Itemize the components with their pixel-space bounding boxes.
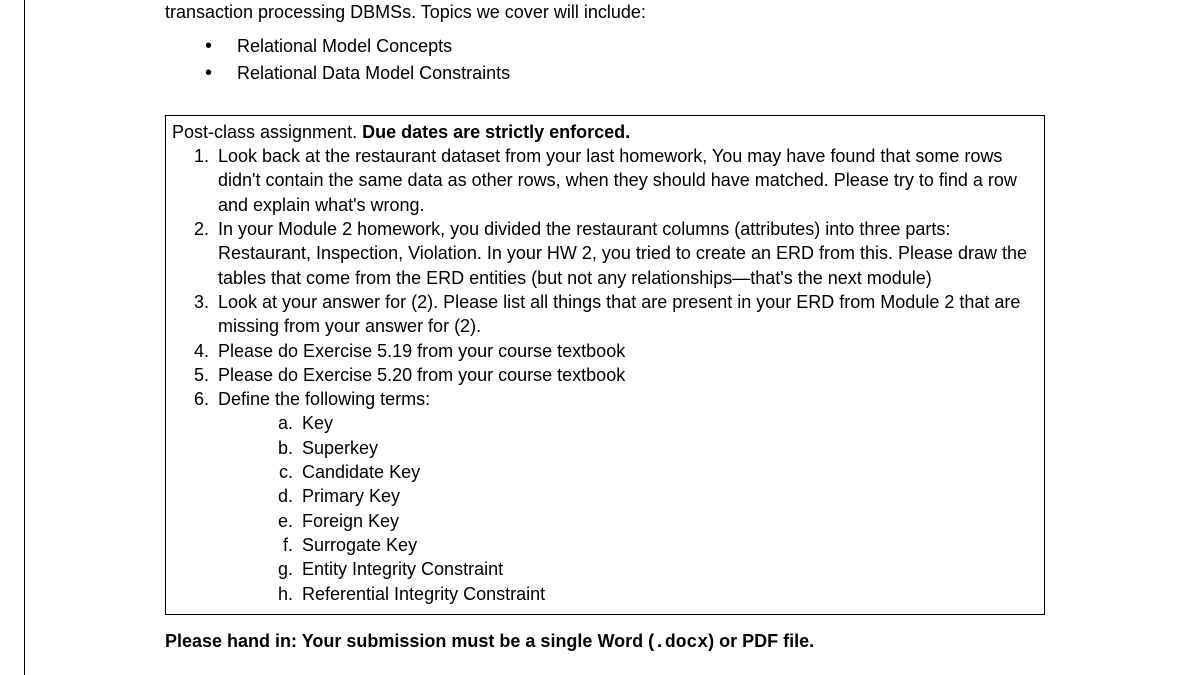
hand-in-instruction: Please hand in: Your submission must be … (165, 629, 1200, 655)
term-item: Primary Key (298, 484, 1038, 508)
term-item: Entity Integrity Constraint (298, 557, 1038, 581)
term-item: Surrogate Key (298, 533, 1038, 557)
assignment-box: Post-class assignment. Due dates are str… (165, 115, 1045, 615)
term-item: Superkey (298, 436, 1038, 460)
assignment-item: In your Module 2 homework, you divided t… (214, 217, 1038, 290)
terms-list: Key Superkey Candidate Key Primary Key F… (298, 411, 1038, 605)
header-plain: Post-class assignment. (172, 122, 362, 142)
bullet-item: Relational Model Concepts (205, 34, 1200, 58)
lead-text: transaction processing DBMSs. Topics we … (165, 0, 1200, 24)
term-item: Foreign Key (298, 509, 1038, 533)
term-item: Key (298, 411, 1038, 435)
handin-text-before: Your submission must be a single Word ( (302, 631, 654, 651)
handin-text-after: ) or PDF file. (708, 631, 814, 651)
handin-code: .docx (654, 633, 708, 653)
term-item: Candidate Key (298, 460, 1038, 484)
term-item: Referential Integrity Constraint (298, 582, 1038, 606)
define-terms-label: Define the following terms: (218, 389, 430, 409)
assignment-item: Please do Exercise 5.19 from your course… (214, 339, 1038, 363)
handin-label: Please hand in: (165, 631, 302, 651)
assignment-item: Please do Exercise 5.20 from your course… (214, 363, 1038, 387)
page-content-frame: transaction processing DBMSs. Topics we … (24, 0, 1200, 675)
assignment-item: Look at your answer for (2). Please list… (214, 290, 1038, 339)
assignment-item: Look back at the restaurant dataset from… (214, 144, 1038, 217)
topic-bullets: Relational Model Concepts Relational Dat… (205, 34, 1200, 85)
assignment-item: Define the following terms: Key Superkey… (214, 387, 1038, 606)
header-bold: Due dates are strictly enforced. (362, 122, 630, 142)
document-page: transaction processing DBMSs. Topics we … (0, 0, 1200, 675)
bullet-item: Relational Data Model Constraints (205, 61, 1200, 85)
assignment-header: Post-class assignment. Due dates are str… (172, 120, 1038, 144)
assignment-list: Look back at the restaurant dataset from… (214, 144, 1038, 606)
intro-section: transaction processing DBMSs. Topics we … (25, 0, 1200, 85)
